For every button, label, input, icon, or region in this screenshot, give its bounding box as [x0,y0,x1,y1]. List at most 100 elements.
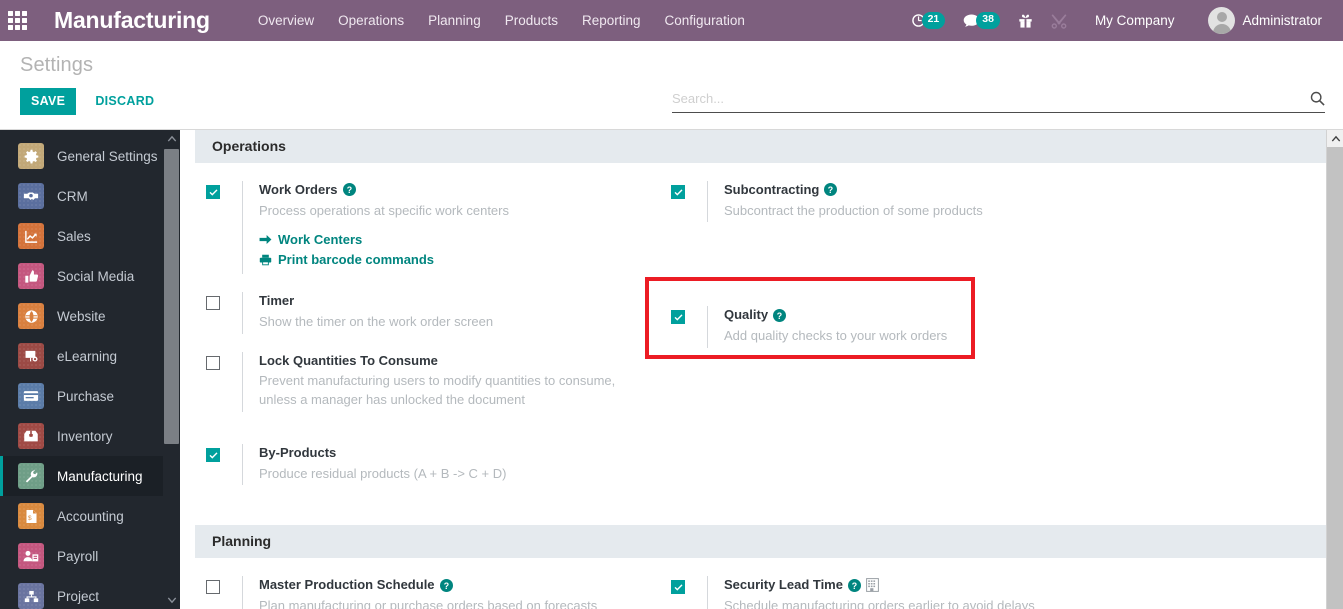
sidebar-item-label: Sales [57,228,91,244]
section-header-planning: Planning [195,525,1343,559]
user-menu-button[interactable]: Administrator [1193,0,1335,41]
sidebar-scroll-thumb[interactable] [164,149,179,444]
quality-checkbox[interactable] [671,310,685,325]
help-icon[interactable]: ? [342,183,356,197]
setting-label: Master Production Schedule [259,577,435,593]
svg-text:?: ? [443,581,448,591]
setting-title-wrap: Quality ? [724,306,947,324]
settings-column-left: Master Production Schedule ? Plan manufa… [195,576,660,609]
messaging-menu-button[interactable]: 38 [954,0,1009,41]
sidebar-item-label: Purchase [57,388,115,404]
setting-description: Process operations at specific work cent… [259,202,509,218]
discard-button[interactable]: DISCARD [84,88,165,115]
card-icon [18,383,44,409]
setting-description: Plan manufacturing or purchase orders ba… [259,597,598,609]
gift-menu-button[interactable] [1009,0,1042,41]
timer-checkbox[interactable] [206,296,220,311]
save-button[interactable]: SAVE [20,88,77,115]
chevron-up-icon[interactable] [163,130,180,147]
chevron-up-icon[interactable] [1327,130,1343,147]
help-icon[interactable]: ? [439,578,453,592]
tools-icon [1051,13,1067,29]
sidebar-item-crm[interactable]: CRM [0,176,180,216]
sidebar-item-elearning[interactable]: eLearning [0,336,180,376]
sidebar-item-accounting[interactable]: $ Accounting [0,496,180,536]
link-work-centers[interactable]: Work Centers [259,232,509,247]
help-icon[interactable]: ? [847,578,861,592]
setting-label: Subcontracting [724,182,820,197]
setting-subcontracting: Subcontracting ? Subcontract the product… [665,181,1130,240]
lock-quantities-checkbox[interactable] [206,355,220,370]
sidebar-item-label: Social Media [57,268,135,284]
setting-work-orders: Work Orders ? Process operations at spec… [200,181,660,292]
sidebar-item-label: Manufacturing [57,468,143,484]
subcontracting-checkbox[interactable] [671,185,685,199]
setting-lock-quantities-to-consume: Lock Quantities To Consume Prevent manuf… [200,351,660,430]
setting-description: Schedule manufacturing orders earlier to… [724,597,1035,609]
setting-description: Show the timer on the work order screen [259,313,494,329]
search-icon[interactable] [1310,91,1325,106]
sidebar-item-purchase[interactable]: Purchase [0,376,180,416]
globe-icon [18,303,44,329]
invoice-icon: $ [18,503,44,529]
menu-item-configuration[interactable]: Configuration [653,8,757,33]
sidebar-item-sales[interactable]: Sales [0,216,180,256]
setting-text: Work Orders ? Process operations at spec… [242,181,509,275]
handshake-icon [18,183,44,209]
setting-title-wrap: Security Lead Time ? [724,576,1035,594]
control-panel: Settings SAVE DISCARD [0,41,1343,130]
company-name-label: My Company [1094,13,1175,28]
app-brand-title[interactable]: Manufacturing [54,7,210,34]
search-view [672,91,1325,113]
help-icon[interactable]: ? [773,308,787,322]
sidebar-item-label: CRM [57,188,88,204]
menu-item-reporting[interactable]: Reporting [570,8,653,33]
printer-icon [259,254,272,266]
sidebar-item-project[interactable]: Project [0,576,180,609]
sidebar-item-label: eLearning [57,348,118,364]
help-icon[interactable]: ? [824,183,838,197]
company-switcher[interactable]: My Company [1076,0,1194,41]
messaging-count-badge: 38 [976,12,1000,29]
sidebar-item-website[interactable]: Website [0,296,180,336]
apps-menu-button[interactable] [0,0,34,41]
link-label: Print barcode commands [278,252,435,268]
main-menu: Overview Operations Planning Products Re… [246,8,757,33]
menu-item-operations[interactable]: Operations [326,8,416,33]
security-lead-time-checkbox[interactable] [671,580,685,595]
setting-label: Timer [259,293,295,309]
gear-icon [18,143,44,169]
setting-label: Security Lead Time [724,577,843,593]
master-production-schedule-checkbox[interactable] [206,580,220,595]
wrench-icon [18,463,44,489]
setting-title-wrap: Subcontracting ? [724,181,983,199]
search-input[interactable] [672,91,1310,106]
page-scrollbar[interactable] [1326,130,1343,609]
activity-menu-button[interactable]: 21 [902,0,955,41]
sidebar-scrollbar[interactable] [163,130,180,609]
setting-by-products: By-Products Produce residual products (A… [200,430,660,503]
svg-text:?: ? [777,310,782,320]
project-icon [18,583,44,609]
by-products-checkbox[interactable] [206,448,220,463]
settings-column-left: Work Orders ? Process operations at spec… [195,181,660,503]
settings-panel: Operations Work Orders ? Process operati… [180,130,1343,609]
sidebar-item-inventory[interactable]: Inventory [0,416,180,456]
work-orders-checkbox[interactable] [206,185,220,199]
link-print-barcode-commands[interactable]: Print barcode commands [259,252,509,267]
sidebar-item-payroll[interactable]: Payroll [0,536,180,576]
menu-item-planning[interactable]: Planning [416,8,493,33]
systray: 21 38 My Company Administrator [902,0,1335,41]
setting-description: Add quality checks to your work orders [724,327,948,343]
setting-title-wrap: Master Production Schedule ? [259,576,597,594]
sidebar-item-social-media[interactable]: Social Media [0,256,180,296]
menu-item-products[interactable]: Products [493,8,570,33]
menu-item-overview[interactable]: Overview [246,8,326,33]
tools-menu-button[interactable] [1042,0,1076,41]
sidebar-item-manufacturing[interactable]: Manufacturing [0,456,180,496]
gift-icon [1019,14,1032,28]
chevron-down-icon[interactable] [163,592,180,609]
setting-label: By-Products [259,445,337,461]
sidebar-item-general-settings[interactable]: General Settings [0,136,180,176]
settings-body: General Settings CRM Sales Social Media [0,130,1343,609]
